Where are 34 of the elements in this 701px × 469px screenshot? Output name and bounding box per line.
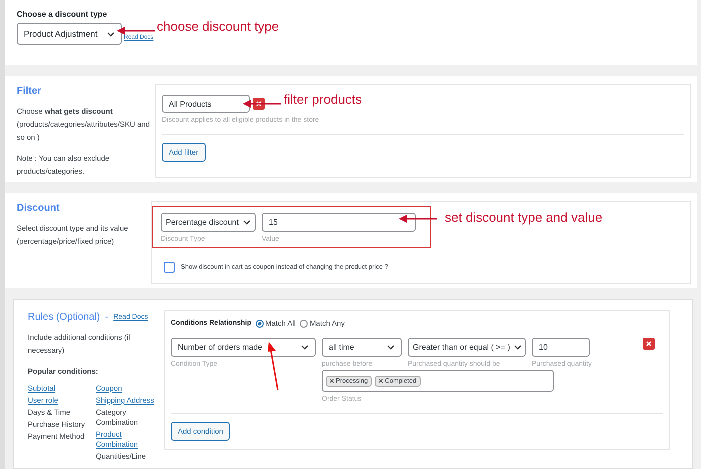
operator-select[interactable]: Greater than or equal ( >= ) (408, 338, 526, 357)
checkbox[interactable] (164, 262, 175, 273)
section-title: Rules (Optional) (28, 312, 100, 323)
section-title: Discount (17, 203, 61, 214)
condition-type-select[interactable]: Number of orders made (171, 338, 316, 357)
annotation-arrow (117, 27, 155, 35)
annotation-arrow (243, 100, 281, 108)
discount-type-select[interactable]: Product Adjustment (17, 23, 122, 45)
annotation-arrow (399, 215, 437, 223)
close-icon (256, 101, 262, 107)
remove-icon (379, 379, 384, 383)
chevron-icon (243, 220, 251, 225)
remove-filter-button[interactable] (253, 98, 265, 110)
annotation-label: choose discount type (157, 19, 280, 34)
annotation-label: filter products (284, 92, 362, 107)
section-title: Filter (17, 86, 42, 97)
separator-text: - (105, 312, 109, 323)
section-heading: Choose a discount type (17, 10, 108, 19)
chevron-icon (107, 32, 115, 36)
remove-icon (330, 379, 334, 383)
annotation-arrow (268, 342, 279, 390)
quantity-input[interactable]: 10 (532, 338, 590, 357)
annotation-label: set discount type and value (445, 210, 603, 225)
chevron-icon (387, 345, 395, 350)
value-input[interactable]: 15 (262, 213, 416, 232)
filter-select[interactable]: All Products (162, 95, 250, 113)
delete-condition-button[interactable] (643, 338, 655, 350)
discount-type-select[interactable]: Percentage discount (161, 213, 256, 232)
period-select[interactable]: all time (322, 338, 402, 357)
chevron-icon (301, 345, 309, 350)
close-icon (646, 341, 652, 347)
radio-button[interactable] (256, 320, 264, 328)
chevron-icon (514, 345, 522, 350)
radio-button[interactable] (300, 320, 308, 328)
